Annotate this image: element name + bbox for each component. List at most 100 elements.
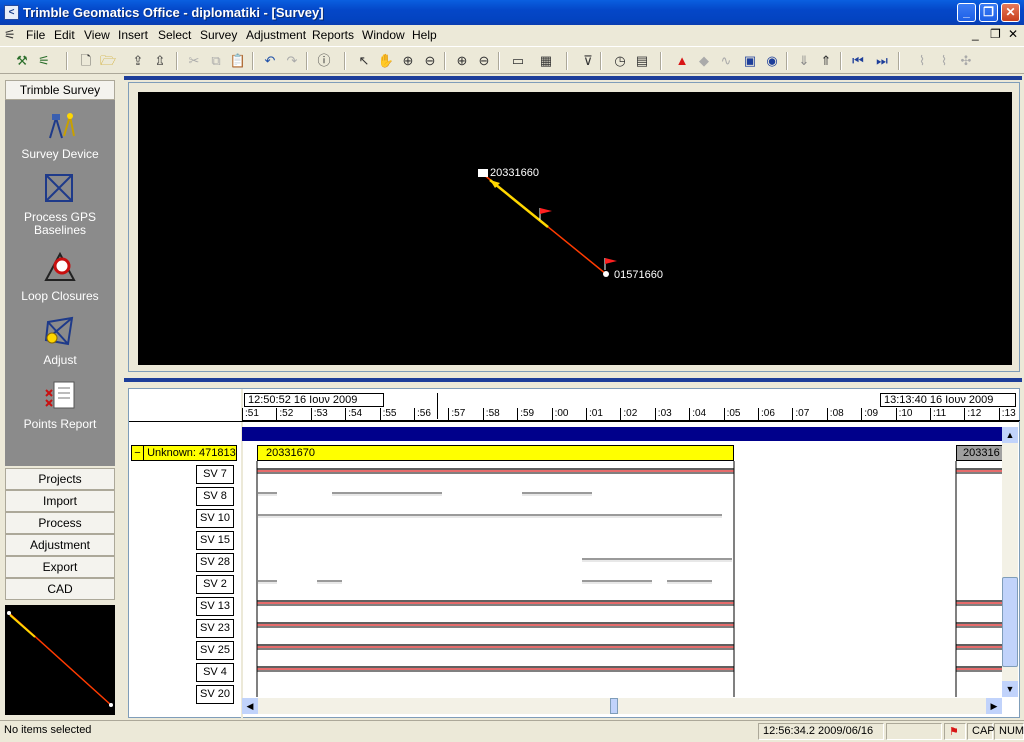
horizontal-scroll-thumb[interactable] xyxy=(610,698,618,714)
occupation-bar-2[interactable]: 203316 xyxy=(956,445,1004,461)
satellite-label[interactable]: SV 25 xyxy=(196,641,234,660)
menu-survey[interactable]: Survey xyxy=(200,28,237,42)
mdi-close-button[interactable]: ✕ xyxy=(1008,27,1018,41)
loop-closures-tool[interactable]: Loop Closures xyxy=(5,250,115,303)
horizontal-scrollbar[interactable]: ◀ ▶ xyxy=(242,698,1002,714)
survey-device-tool-icon[interactable]: ⚒ xyxy=(12,51,32,71)
menu-file[interactable]: File xyxy=(26,28,45,42)
adjust-icon xyxy=(44,316,74,346)
satellite-label[interactable]: SV 15 xyxy=(196,531,234,550)
undo-icon[interactable]: ↶ xyxy=(260,51,280,71)
nav-projects[interactable]: Projects xyxy=(5,468,115,490)
time-tick-label: :08 xyxy=(826,408,844,420)
time-band[interactable] xyxy=(242,427,1002,441)
menu-window[interactable]: Window xyxy=(362,28,405,42)
nav-import[interactable]: Import xyxy=(5,490,115,512)
satellite-label[interactable]: SV 4 xyxy=(196,663,234,682)
menu-adjustment[interactable]: Adjustment xyxy=(246,28,306,42)
document-icon[interactable]: ⚟ xyxy=(4,27,20,43)
zoom-out-icon[interactable]: ⊖ xyxy=(420,51,440,71)
satellite-label[interactable]: SV 28 xyxy=(196,553,234,572)
trimble-survey-header[interactable]: Trimble Survey xyxy=(5,80,115,100)
mdi-restore-button[interactable]: ❐ xyxy=(990,27,1001,41)
redo-icon[interactable]: ↷ xyxy=(282,51,302,71)
nav-adjustment[interactable]: Adjustment xyxy=(5,534,115,556)
occupation-bar-1[interactable]: 20331670 xyxy=(257,445,734,461)
trimble-logo-icon[interactable]: < xyxy=(4,5,19,20)
adjust-tool[interactable]: Adjust xyxy=(5,314,115,367)
move-down-icon[interactable]: ⇓ xyxy=(794,51,814,71)
grid-icon[interactable]: ▦ xyxy=(536,51,556,71)
occupation-icon[interactable]: ▣ xyxy=(740,51,760,71)
menu-insert[interactable]: Insert xyxy=(118,28,148,42)
menu-reports[interactable]: Reports xyxy=(312,28,354,42)
paste-icon[interactable]: 📋 xyxy=(228,51,248,71)
zoom-in-icon[interactable]: ⊕ xyxy=(398,51,418,71)
network-icon[interactable]: ✣ xyxy=(956,51,976,71)
scroll-left-icon[interactable]: ◀ xyxy=(242,698,258,714)
cut-icon[interactable]: ✂ xyxy=(184,51,204,71)
satellite-label[interactable]: SV 23 xyxy=(196,619,234,638)
satellite-label[interactable]: SV 2 xyxy=(196,575,234,594)
new-file-icon[interactable]: 🗋 xyxy=(76,51,96,71)
close-button[interactable]: ✕ xyxy=(1001,3,1020,22)
menu-select[interactable]: Select xyxy=(158,28,191,42)
plan-view-canvas[interactable]: 20331660 01571660 xyxy=(138,92,1012,365)
export-icon[interactable]: ⇫ xyxy=(150,51,170,71)
filter-icon[interactable]: ⊽ xyxy=(578,51,598,71)
point-icon[interactable]: ◉ xyxy=(762,51,782,71)
group-header[interactable]: − Unknown: 471813 xyxy=(131,445,237,461)
triangle-flag-icon[interactable]: ▲ xyxy=(672,51,692,71)
menu-view[interactable]: View xyxy=(84,28,110,42)
process-gps-baselines-tool[interactable]: Process GPS Baselines xyxy=(5,172,115,237)
satellite-label[interactable]: SV 20 xyxy=(196,685,234,704)
graph-icon[interactable]: ⌇ xyxy=(912,51,932,71)
select-arrow-icon[interactable]: ↖ xyxy=(354,51,374,71)
timeline-icon[interactable]: ◷ xyxy=(610,51,630,71)
scroll-down-icon[interactable]: ▼ xyxy=(1002,681,1018,697)
zoom-extents-icon[interactable]: ⊕ xyxy=(452,51,472,71)
pan-hand-icon[interactable]: ✋ xyxy=(376,51,396,71)
satellite-label[interactable]: SV 10 xyxy=(196,509,234,528)
menu-edit[interactable]: Edit xyxy=(54,28,75,42)
last-icon[interactable]: ⏭ xyxy=(872,51,892,71)
collapse-icon[interactable]: − xyxy=(132,446,144,460)
session-editor-icon[interactable]: ▤ xyxy=(632,51,652,71)
nav-cad[interactable]: CAD xyxy=(5,578,115,600)
toolbar-separator xyxy=(840,52,842,70)
satellite-label[interactable]: SV 13 xyxy=(196,597,234,616)
minimize-button[interactable]: _ xyxy=(957,3,976,22)
point-label-2: 01571660 xyxy=(614,269,663,281)
import-icon[interactable]: ⇪ xyxy=(128,51,148,71)
open-folder-icon[interactable]: 🗁 xyxy=(98,51,118,71)
scroll-up-icon[interactable]: ▲ xyxy=(1002,427,1018,443)
survey-device-tool[interactable]: Survey Device xyxy=(5,108,115,161)
maximize-button[interactable]: ❐ xyxy=(979,3,998,22)
copy-icon[interactable]: ⧉ xyxy=(206,51,226,71)
satellite-label[interactable]: SV 7 xyxy=(196,465,234,484)
squiggle-icon[interactable]: ∿ xyxy=(716,51,736,71)
properties-icon[interactable]: ⓘ xyxy=(314,51,334,71)
zoom-previous-icon[interactable]: ⊖ xyxy=(474,51,494,71)
vertical-scroll-thumb[interactable] xyxy=(1002,577,1018,667)
satellite-label[interactable]: SV 8 xyxy=(196,487,234,506)
status-num: NUM xyxy=(994,723,1024,740)
graph2-icon[interactable]: ⌇ xyxy=(934,51,954,71)
diamond-icon[interactable]: ◆ xyxy=(694,51,714,71)
menu-help[interactable]: Help xyxy=(412,28,437,42)
plan-view-icon[interactable]: ▭ xyxy=(508,51,528,71)
vertical-scrollbar[interactable]: ▲ ▼ xyxy=(1002,427,1018,697)
toolbar-separator xyxy=(444,52,446,70)
first-icon[interactable]: ⏮ xyxy=(848,51,868,71)
points-report-tool[interactable]: Points Report xyxy=(5,378,115,431)
toolbar-separator xyxy=(344,52,346,70)
toolbar-separator xyxy=(660,52,662,70)
flag-icon[interactable]: ⚑ xyxy=(944,723,966,740)
process-tool-icon[interactable]: ⚟ xyxy=(34,51,54,71)
scroll-right-icon[interactable]: ▶ xyxy=(986,698,1002,714)
nav-process[interactable]: Process xyxy=(5,512,115,534)
overview-map[interactable] xyxy=(5,605,115,715)
nav-export[interactable]: Export xyxy=(5,556,115,578)
mdi-minimize-button[interactable]: _ xyxy=(972,27,979,41)
move-up-icon[interactable]: ⇑ xyxy=(816,51,836,71)
